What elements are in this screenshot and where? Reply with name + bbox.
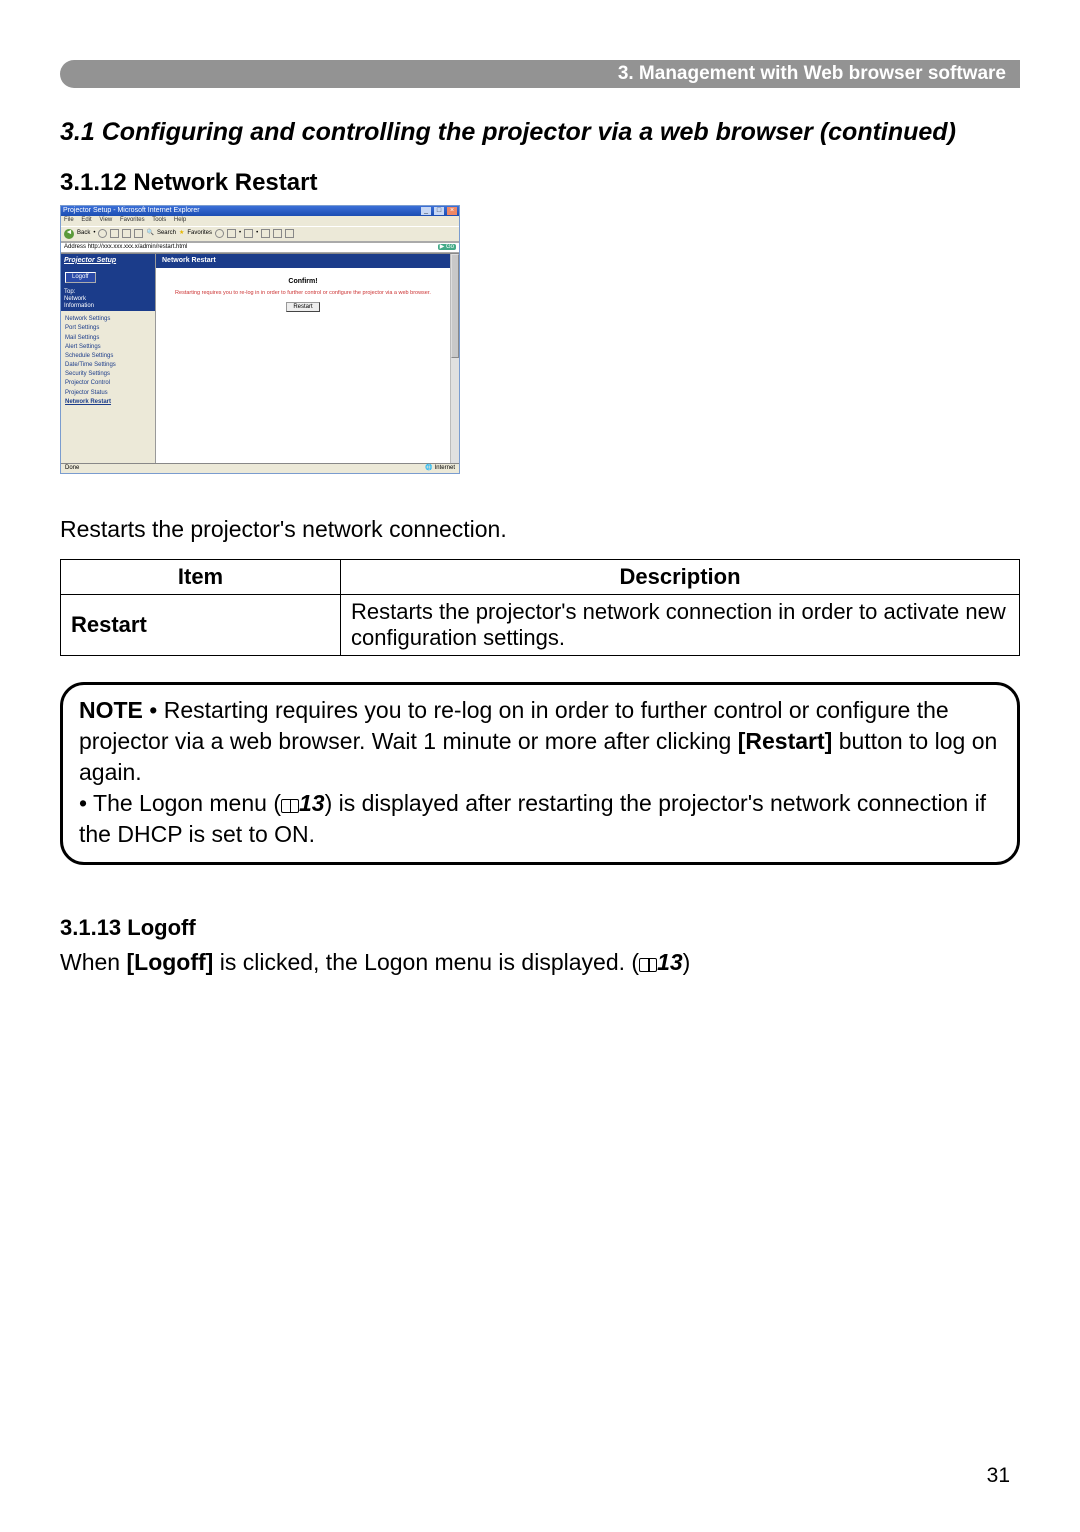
sidebar-top-label: Top:	[64, 289, 152, 296]
toolbar-sep: •	[93, 230, 95, 237]
restart-button[interactable]: Restart	[286, 302, 319, 312]
logoff-text-c: )	[683, 949, 691, 975]
ie-titlebar: Projector Setup - Microsoft Internet Exp…	[61, 206, 459, 216]
menu-edit[interactable]: Edit	[81, 217, 91, 223]
ie-sidebar: Projector Setup Logoff Top: Network Info…	[61, 254, 156, 463]
ie-menu-bar: File Edit View Favorites Tools Help	[61, 216, 459, 225]
restarts-description: Restarts the projector's network connect…	[60, 514, 1020, 545]
sidebar-item-security-settings[interactable]: Security Settings	[65, 371, 151, 378]
minimize-icon[interactable]: _	[421, 207, 431, 215]
sidebar-items: Network Settings Port Settings Mail Sett…	[61, 311, 155, 411]
sidebar-information-label[interactable]: Information	[64, 303, 152, 310]
ie-screenshot: Projector Setup - Microsoft Internet Exp…	[60, 205, 460, 474]
subsection-3-1-13-heading: 3.1.13 Logoff	[60, 915, 1020, 941]
ie-toolbar: ◄ Back • 🔍 Search ★ Favorites • •	[61, 226, 459, 242]
address-url[interactable]: http://xxx.xxx.xxx.x/admin/restart.html	[88, 244, 188, 250]
ie-content: Projector Setup Logoff Top: Network Info…	[61, 253, 459, 463]
sidebar-logoff-button[interactable]: Logoff	[65, 272, 96, 283]
menu-file[interactable]: File	[64, 217, 74, 223]
edit-icon[interactable]	[273, 229, 282, 238]
mail-icon[interactable]	[244, 229, 253, 238]
favorites-icon[interactable]: ★	[179, 230, 184, 237]
sidebar-item-network-restart[interactable]: Network Restart	[65, 399, 151, 406]
note-label: NOTE	[79, 697, 143, 723]
table-row: Restart Restarts the projector's network…	[61, 595, 1020, 656]
table-header-item: Item	[61, 560, 341, 595]
home-icon[interactable]	[134, 229, 143, 238]
chapter-header-bar: 3. Management with Web browser software	[60, 60, 1020, 88]
logoff-description: When [Logoff] is clicked, the Logon menu…	[60, 947, 1020, 978]
toolbar-sep-3: •	[256, 230, 258, 237]
sidebar-network-label[interactable]: Network	[64, 296, 152, 303]
media-icon[interactable]	[215, 229, 224, 238]
search-label[interactable]: Search	[157, 230, 176, 237]
favorites-label[interactable]: Favorites	[187, 230, 212, 237]
note-ref-1: 13	[299, 790, 325, 816]
table-header-description: Description	[341, 560, 1020, 595]
book-icon	[281, 799, 299, 813]
logoff-bold: [Logoff]	[126, 949, 213, 975]
scrollbar-thumb[interactable]	[451, 254, 459, 359]
close-icon[interactable]: ×	[447, 207, 457, 215]
logoff-text-b: is clicked, the Logon menu is displayed.…	[213, 949, 639, 975]
logoff-text-a: When	[60, 949, 126, 975]
ie-scrollbar[interactable]	[450, 254, 459, 463]
sidebar-top-section: Top: Network Information	[61, 287, 155, 311]
forward-icon[interactable]	[98, 229, 107, 238]
sidebar-item-mail-settings[interactable]: Mail Settings	[65, 335, 151, 342]
sidebar-item-alert-settings[interactable]: Alert Settings	[65, 344, 151, 351]
note-box: NOTE • Restarting requires you to re-log…	[60, 682, 1020, 865]
sidebar-item-port-settings[interactable]: Port Settings	[65, 325, 151, 332]
ie-window-title: Projector Setup - Microsoft Internet Exp…	[63, 207, 200, 215]
book-icon	[639, 958, 657, 972]
sidebar-item-projector-status[interactable]: Projector Status	[65, 390, 151, 397]
ie-main-body: Confirm! Restarting requires you to re-l…	[156, 268, 450, 463]
table-cell-description: Restarts the projector's network connect…	[341, 595, 1020, 656]
sidebar-item-projector-control[interactable]: Projector Control	[65, 380, 151, 387]
menu-tools[interactable]: Tools	[152, 217, 166, 223]
page-number: 31	[987, 1464, 1010, 1488]
ie-main: Network Restart Confirm! Restarting requ…	[156, 254, 450, 463]
subsection-3-1-12-heading: 3.1.12 Network Restart	[60, 169, 1020, 197]
ie-main-header: Network Restart	[156, 254, 450, 268]
internet-icon: 🌐	[425, 465, 432, 472]
menu-help[interactable]: Help	[174, 217, 186, 223]
back-label[interactable]: Back	[77, 230, 90, 237]
maximize-icon[interactable]: □	[434, 207, 444, 215]
menu-favorites[interactable]: Favorites	[120, 217, 145, 223]
go-button[interactable]: ▶ Go	[438, 244, 456, 250]
confirm-text: Restarting requires you to re-log in in …	[162, 290, 444, 297]
stop-icon[interactable]	[110, 229, 119, 238]
item-description-table: Item Description Restart Restarts the pr…	[60, 559, 1020, 656]
sidebar-item-network-settings[interactable]: Network Settings	[65, 316, 151, 323]
sidebar-title: Projector Setup	[61, 254, 155, 268]
sidebar-item-datetime-settings[interactable]: Date/Time Settings	[65, 362, 151, 369]
menu-view[interactable]: View	[99, 217, 112, 223]
back-icon[interactable]: ◄	[64, 229, 74, 239]
ie-window-controls: _ □ ×	[420, 207, 457, 215]
search-icon[interactable]: 🔍	[146, 230, 153, 237]
toolbar-sep-2: •	[239, 230, 241, 237]
sidebar-item-schedule-settings[interactable]: Schedule Settings	[65, 353, 151, 360]
chapter-header-text: 3. Management with Web browser software	[618, 63, 1006, 85]
discuss-icon[interactable]	[285, 229, 294, 238]
note-restart-bold: [Restart]	[738, 728, 833, 754]
ie-status-bar: Done 🌐Internet	[61, 463, 459, 473]
status-internet: Internet	[435, 465, 455, 472]
history-icon[interactable]	[227, 229, 236, 238]
ie-address-bar: Address http://xxx.xxx.xxx.x/admin/resta…	[61, 242, 459, 253]
section-title: 3.1 Configuring and controlling the proj…	[60, 118, 1020, 147]
address-label: Address	[64, 244, 86, 250]
logoff-ref: 13	[657, 949, 683, 975]
note-text-2a: • The Logon menu (	[79, 790, 281, 816]
table-cell-item: Restart	[61, 595, 341, 656]
refresh-icon[interactable]	[122, 229, 131, 238]
status-done: Done	[65, 465, 79, 472]
confirm-heading: Confirm!	[162, 278, 444, 286]
print-icon[interactable]	[261, 229, 270, 238]
